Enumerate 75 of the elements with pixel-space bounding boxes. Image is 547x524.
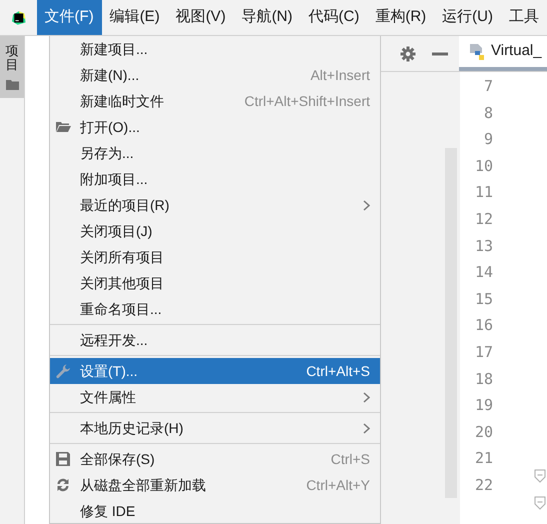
menu-item[interactable]: 新建临时文件 Ctrl+Alt+Shift+Insert <box>50 88 380 114</box>
menu-item[interactable]: 新建项目... <box>50 36 380 62</box>
tab-title: Virtual_ <box>491 41 542 62</box>
menu-item[interactable]: 远程开发... <box>50 327 380 353</box>
line-number: 19 <box>474 395 493 416</box>
line-number: 18 <box>474 368 493 390</box>
menu-item-label: 最近的项目(R) <box>80 196 170 215</box>
line-number: 7 <box>482 76 493 97</box>
menu-item-label: 修复 IDE <box>80 502 136 520</box>
menu-item-label: 附加项目... <box>80 170 149 188</box>
editor-tab[interactable]: Virtual_ <box>459 36 547 71</box>
line-number: 15 <box>474 288 493 310</box>
line-number: 10 <box>474 156 493 177</box>
line-number: 11 <box>474 182 493 204</box>
menu-item-label: 远程开发... <box>80 330 149 350</box>
python-file-icon <box>469 42 485 60</box>
tool-window-tab[interactable]: 项目 <box>0 36 24 98</box>
line-number: 8 <box>482 102 493 124</box>
menu-item-label: 重命名项目... <box>80 300 163 318</box>
menu-bar-item[interactable]: 导航(N) <box>234 0 301 35</box>
line-number: 14 <box>474 262 493 284</box>
menu-item-label: 关闭其他项目 <box>80 274 165 292</box>
menu-item[interactable]: 最近的项目(R) <box>50 192 380 218</box>
line-number: 17 <box>474 342 493 363</box>
menu-item[interactable]: 设置(T)... Ctrl+Alt+S <box>50 358 380 384</box>
line-number: 13 <box>474 236 493 257</box>
line-number: 21 <box>474 448 493 470</box>
line-number: 16 <box>474 315 493 336</box>
settings-icon[interactable] <box>400 46 416 62</box>
menu-item-label: 关闭项目(J) <box>80 222 154 241</box>
menu-bar-item[interactable]: 文件(F) <box>36 0 102 35</box>
fold-marker-icon[interactable] <box>534 496 546 510</box>
menu-item-label: 文件属性 <box>80 388 137 406</box>
line-number: 9 <box>482 129 493 150</box>
menu-item[interactable]: 重命名项目... <box>50 296 380 322</box>
menu-item-label: 另存为... <box>80 144 135 162</box>
minimize-icon[interactable] <box>432 52 448 56</box>
folder-icon <box>6 78 18 90</box>
menu-item-label: 新建临时文件 <box>80 92 165 110</box>
menu-item[interactable]: 文件属性 <box>50 384 380 410</box>
menu-item[interactable]: 附加项目... <box>50 166 380 192</box>
menu-item[interactable]: 本地历史记录(H) <box>50 415 380 441</box>
menu-item[interactable]: 新建(N)... Alt+Insert <box>50 62 380 88</box>
line-number: 20 <box>474 422 493 443</box>
menu-item-label: 打开(O)... <box>80 118 141 137</box>
menu-bar-item[interactable]: 代码(C) <box>300 0 368 35</box>
fold-marker-icon[interactable] <box>534 469 546 483</box>
menu-item[interactable]: 关闭所有项目 <box>50 244 380 270</box>
menu-item[interactable]: 从磁盘全部重新加载 Ctrl+Alt+Y <box>50 472 380 498</box>
menu-item-label: 设置(T)... <box>80 362 139 381</box>
menu-bar-item[interactable]: 视图(V) <box>168 0 234 35</box>
menu-item-label: 新建(N)... <box>80 66 140 85</box>
line-number: 12 <box>474 208 493 230</box>
menu-item[interactable]: 另存为... <box>50 140 380 166</box>
menu-bar-item[interactable]: 运行(U) <box>434 0 501 35</box>
menu-item-label: 从磁盘全部重新加载 <box>80 476 207 494</box>
menu-item[interactable]: 打开(O)... <box>50 114 380 140</box>
menu-item[interactable]: 关闭项目(J) <box>50 218 380 244</box>
shortcut-label: Ctrl+Alt+Shift+Insert <box>244 92 370 110</box>
menu-item[interactable]: 关闭其他项目 <box>50 270 380 296</box>
menu-bar-item[interactable]: 编辑(E) <box>102 0 168 35</box>
shortcut-label: Alt+Insert <box>310 66 370 84</box>
menu-item-label: 关闭所有项目 <box>80 248 165 266</box>
menu-item-label: 本地历史记录(H) <box>80 418 184 438</box>
shortcut-label: Ctrl+S <box>330 450 370 468</box>
menu-item-label: 新建项目... <box>80 40 149 58</box>
menu-item-label: 全部保存(S) <box>80 450 156 469</box>
tool-window-label: 项目 <box>6 44 18 73</box>
line-number: 22 <box>474 474 493 496</box>
menu-item[interactable]: 修复 IDE <box>50 498 380 524</box>
shortcut-label: Ctrl+Alt+Y <box>306 476 370 494</box>
menu-bar-item[interactable]: 重构(R) <box>367 0 434 35</box>
shortcut-label: Ctrl+Alt+S <box>306 362 370 380</box>
menu-bar-item[interactable]: 工具 <box>501 0 547 35</box>
menu-item[interactable]: 全部保存(S) Ctrl+S <box>50 446 380 472</box>
